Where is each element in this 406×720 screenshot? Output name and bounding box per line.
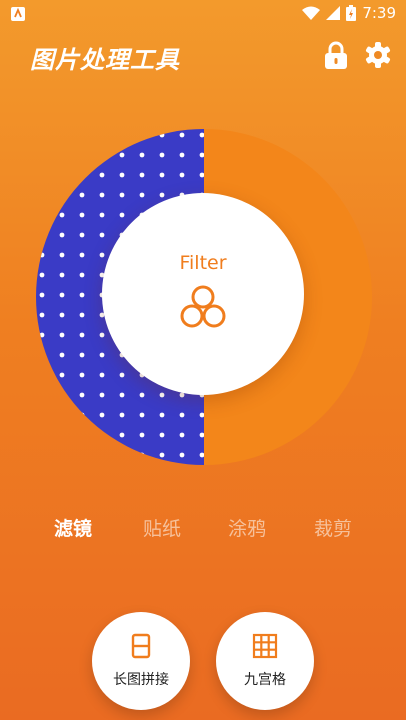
lock-icon[interactable]	[322, 40, 350, 70]
filter-label: Filter	[179, 252, 227, 274]
app-indicator-icon	[11, 7, 25, 21]
signal-icon	[326, 6, 341, 20]
long-image-label: 长图拼接	[113, 672, 169, 688]
long-image-button[interactable]: 长图拼接	[92, 612, 190, 710]
tool-tabs: 滤镜 贴纸 涂鸦 裁剪	[0, 514, 406, 548]
battery-icon	[346, 5, 357, 21]
gear-icon[interactable]	[364, 41, 392, 69]
long-image-icon	[131, 633, 151, 659]
tab-crop[interactable]: 裁剪	[314, 514, 352, 541]
nine-grid-label: 九宫格	[244, 672, 286, 688]
status-icons: 7:39	[302, 4, 396, 22]
status-bar: 7:39	[0, 0, 406, 28]
grid-icon	[252, 633, 278, 659]
app-title: 图片处理工具	[30, 46, 180, 74]
filter-circles-icon	[180, 285, 226, 328]
nine-grid-button[interactable]: 九宫格	[216, 612, 314, 710]
tab-doodle[interactable]: 涂鸦	[228, 514, 266, 541]
tab-filter[interactable]: 滤镜	[54, 514, 92, 541]
wifi-icon	[302, 6, 321, 20]
status-time: 7:39	[362, 4, 396, 22]
filter-center-button[interactable]: Filter	[102, 193, 304, 395]
tab-sticker[interactable]: 贴纸	[143, 514, 181, 541]
